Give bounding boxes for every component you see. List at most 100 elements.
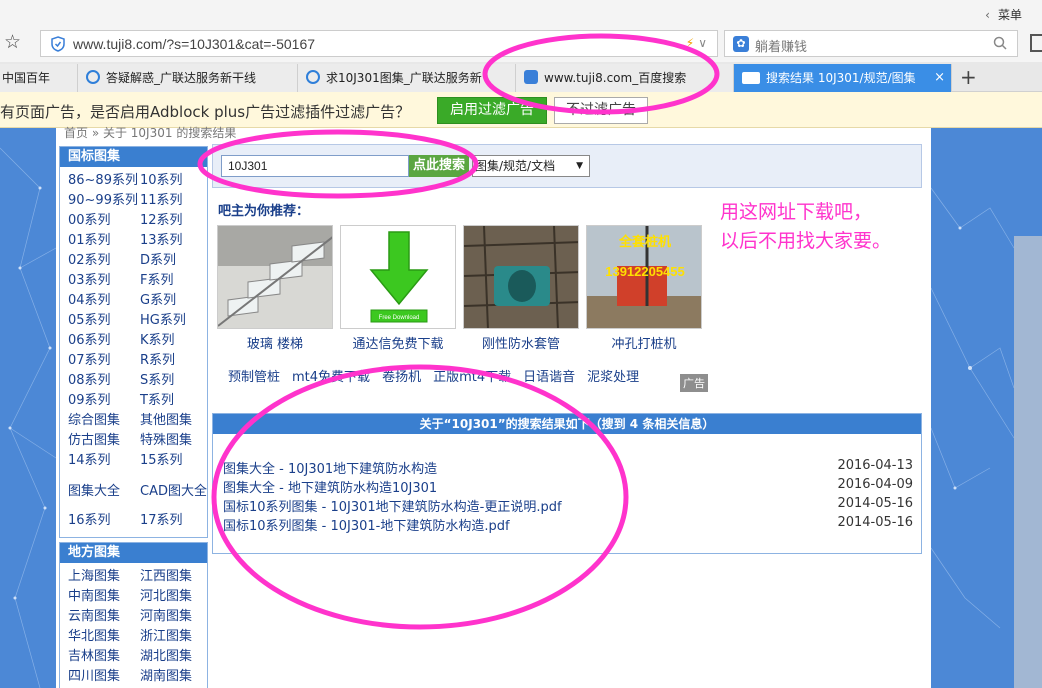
- sidebar-item[interactable]: 湖北图集: [140, 647, 212, 667]
- result-row[interactable]: 国标10系列图集 - 10J301地下建筑防水构造-更正说明.pdf 2014-0…: [223, 496, 913, 515]
- result-row[interactable]: 图集大全 - 地下建筑防水构造10J301 2016-04-09: [223, 477, 913, 496]
- menu-button[interactable]: ‹ 菜单: [985, 6, 1022, 23]
- tab-1[interactable]: 中国百年: [0, 64, 78, 92]
- sidebar-item[interactable]: 16系列: [68, 511, 140, 531]
- chevron-down-icon: ▼: [576, 161, 583, 171]
- thumb-waterproof-sleeve[interactable]: [463, 225, 579, 329]
- sidebar-item[interactable]: 仿古图集: [68, 431, 140, 451]
- site-search-button[interactable]: 点此搜索: [409, 155, 469, 177]
- address-url: www.tuji8.com/?s=10J301&cat=-50167: [73, 36, 316, 52]
- sidebar-item[interactable]: 江西图集: [140, 567, 212, 587]
- thumb-caption[interactable]: 通达信免费下载: [340, 333, 456, 352]
- star-icon[interactable]: ☆: [4, 32, 24, 52]
- sidebar-item[interactable]: 01系列: [68, 231, 140, 251]
- sidebar-item[interactable]: 河北图集: [140, 587, 212, 607]
- chevron-left-icon: ‹: [985, 8, 990, 22]
- baidu-paw-icon[interactable]: ✿: [733, 36, 749, 52]
- sidebar-item[interactable]: 河南图集: [140, 607, 212, 627]
- pile-driver-overlay-title: 全套桩机: [618, 234, 671, 250]
- result-title-link[interactable]: 图集大全 - 地下建筑防水构造10J301: [223, 481, 437, 496]
- ad-keyword-link[interactable]: 卷扬机: [382, 370, 421, 385]
- note-line-2: 以后不用找大家要。: [720, 230, 892, 252]
- ad-keyword-link[interactable]: 正版mt4下载: [433, 370, 511, 385]
- sidebar-item[interactable]: 00系列: [68, 211, 140, 231]
- sidebar-item[interactable]: S系列: [140, 371, 212, 391]
- result-row[interactable]: 国标10系列图集 - 10J301-地下建筑防水构造.pdf 2014-05-16: [223, 515, 913, 534]
- sidebar-item[interactable]: 05系列: [68, 311, 140, 331]
- sidebar-item[interactable]: 特殊图集: [140, 431, 212, 451]
- lightning-icon[interactable]: ⚡: [686, 36, 694, 50]
- result-title-link[interactable]: 国标10系列图集 - 10J301-地下建筑防水构造.pdf: [223, 519, 510, 534]
- sidebar-item[interactable]: 17系列: [140, 511, 212, 531]
- sidebar-item[interactable]: 15系列: [140, 451, 212, 471]
- menu-label: 菜单: [997, 8, 1022, 22]
- sidebar-item[interactable]: 吉林图集: [68, 647, 140, 667]
- thumb-caption[interactable]: 冲孔打桩机: [586, 333, 702, 352]
- ad-keyword-link[interactable]: mt4免费下载: [292, 370, 370, 385]
- decline-adblock-button[interactable]: 不过滤广告: [554, 97, 648, 124]
- close-icon[interactable]: ×: [934, 64, 945, 92]
- sidebar-item[interactable]: HG系列: [140, 311, 212, 331]
- site-search-input[interactable]: 10J301: [221, 155, 409, 177]
- sidebar-item[interactable]: 上海图集: [68, 567, 140, 587]
- thumb-free-download[interactable]: Free Download: [340, 225, 456, 329]
- sidebar-item[interactable]: D系列: [140, 251, 212, 271]
- sidebar-item[interactable]: 13系列: [140, 231, 212, 251]
- sidebar-item[interactable]: R系列: [140, 351, 212, 371]
- search-icon[interactable]: [993, 36, 1007, 50]
- handwritten-note: 用这网址下载吧， 以后不用找大家要。: [720, 198, 950, 256]
- sidebar-item[interactable]: 06系列: [68, 331, 140, 351]
- adblock-notification-bar: 有页面广告，是否启用Adblock plus广告过滤插件过滤广告？ 启用过滤广告…: [0, 92, 1042, 128]
- thumb-caption[interactable]: 刚性防水套管: [463, 333, 579, 352]
- sidebar-item[interactable]: 10系列: [140, 171, 212, 191]
- sidebar-item[interactable]: 云南图集: [68, 607, 140, 627]
- result-title-link[interactable]: 图集大全 - 10J301地下建筑防水构造: [223, 462, 437, 477]
- sidebar-item[interactable]: 综合图集: [68, 411, 140, 431]
- new-tab-icon[interactable]: +: [960, 64, 977, 90]
- sidebar-item[interactable]: 中南图集: [68, 587, 140, 607]
- sidebar-item[interactable]: 四川图集: [68, 667, 140, 687]
- tab-4[interactable]: www.tuji8.com_百度搜索: [516, 64, 734, 92]
- sidebar-item[interactable]: 11系列: [140, 191, 212, 211]
- sidebar-item[interactable]: 14系列: [68, 451, 140, 471]
- sidebar-item[interactable]: F系列: [140, 271, 212, 291]
- tab-3[interactable]: 求10J301图集_广联达服务新: [298, 64, 516, 92]
- sidebar-item[interactable]: 湖南图集: [140, 667, 212, 687]
- sidebar-item[interactable]: 86~89系列: [68, 171, 140, 191]
- address-bar[interactable]: www.tuji8.com/?s=10J301&cat=-50167 ⚡ ∨: [40, 30, 718, 57]
- browser-search-box[interactable]: ✿ 躺着赚钱: [724, 30, 1018, 57]
- tab-bar: 中国百年 答疑解惑_广联达服务新干线 求10J301图集_广联达服务新 www.…: [0, 62, 1042, 92]
- thumb-caption[interactable]: 玻璃 楼梯: [217, 333, 333, 352]
- thumb-glass-stairs[interactable]: [217, 225, 333, 329]
- ad-keyword-link[interactable]: 预制管桩: [228, 370, 280, 385]
- sidebar-item[interactable]: 08系列: [68, 371, 140, 391]
- sidebar-item[interactable]: 03系列: [68, 271, 140, 291]
- tab-5-active[interactable]: 搜索结果 10J301/规范/图集 ×: [734, 64, 952, 92]
- sidebar-item[interactable]: 09系列: [68, 391, 140, 411]
- partial-window-strip: [1014, 236, 1042, 688]
- ad-keyword-link[interactable]: 泥浆处理: [587, 370, 639, 385]
- tab-2[interactable]: 答疑解惑_广联达服务新干线: [78, 64, 298, 92]
- sidebar-item[interactable]: T系列: [140, 391, 212, 411]
- sidebar-item[interactable]: G系列: [140, 291, 212, 311]
- sidebar-item[interactable]: 02系列: [68, 251, 140, 271]
- sidebar-item[interactable]: K系列: [140, 331, 212, 351]
- sidebar-item[interactable]: 华北图集: [68, 627, 140, 647]
- sidebar-item[interactable]: 图集大全: [68, 471, 140, 511]
- sidebar-item[interactable]: 07系列: [68, 351, 140, 371]
- ad-keyword-link[interactable]: 日语谐音: [523, 370, 575, 385]
- sidebar-item[interactable]: 90~99系列: [68, 191, 140, 211]
- sidebar-toggle-icon[interactable]: [1030, 34, 1042, 52]
- result-title-link[interactable]: 国标10系列图集 - 10J301地下建筑防水构造-更正说明.pdf: [223, 500, 562, 515]
- chevron-down-icon[interactable]: ∨: [698, 36, 707, 50]
- enable-adblock-button[interactable]: 启用过滤广告: [437, 97, 547, 124]
- thumb-pile-driver[interactable]: 全套桩机 13912205455: [586, 225, 702, 329]
- sidebar-item[interactable]: 其他图集: [140, 411, 212, 431]
- sidebar-item[interactable]: CAD图大全: [140, 471, 212, 511]
- sidebar-item[interactable]: 浙江图集: [140, 627, 212, 647]
- sidebar-item[interactable]: 12系列: [140, 211, 212, 231]
- sidebar-item[interactable]: 04系列: [68, 291, 140, 311]
- ie-icon: [306, 70, 320, 84]
- result-row[interactable]: 图集大全 - 10J301地下建筑防水构造 2016-04-13: [223, 458, 913, 477]
- category-select[interactable]: 图集/规范/文档 ▼: [472, 155, 590, 177]
